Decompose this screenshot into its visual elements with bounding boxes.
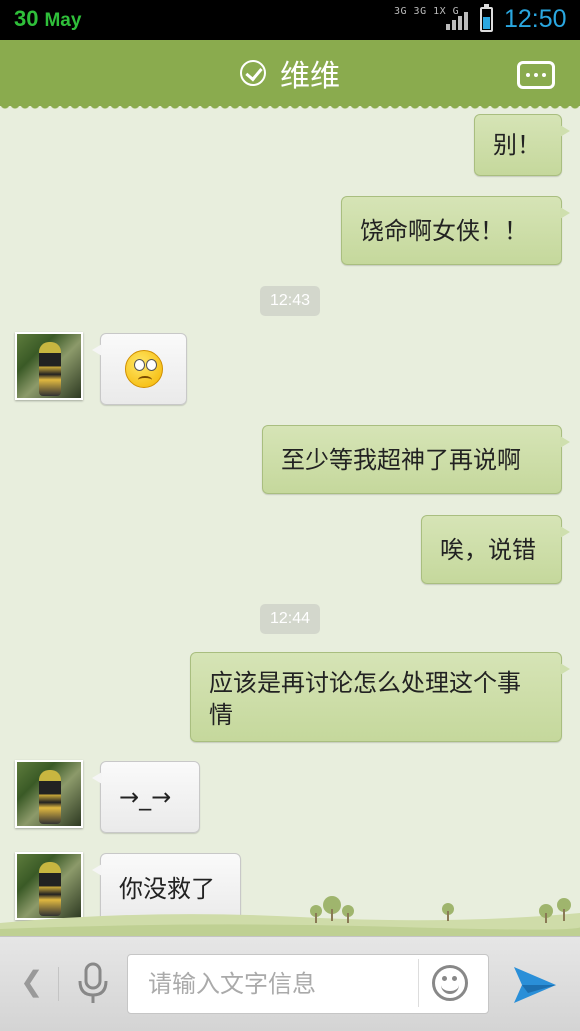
status-time: 12:50 [504, 5, 567, 33]
microphone-icon[interactable] [72, 961, 114, 1007]
more-options-button[interactable] [517, 61, 555, 89]
send-icon[interactable] [512, 963, 558, 1007]
battery-icon [480, 4, 493, 32]
input-bar: ❮ [0, 936, 580, 1031]
message-text: 至少等我超神了再说啊 [281, 445, 521, 474]
contact-avatar[interactable] [15, 332, 83, 400]
input-divider [418, 959, 419, 1007]
outgoing-message[interactable]: 饶命啊女侠！！ [341, 196, 570, 265]
timestamp: 12:44 [260, 604, 320, 634]
check-circle-icon [240, 60, 266, 86]
message-text: →_→ [119, 783, 172, 811]
status-date-day: 30 [14, 6, 39, 31]
landscape-decoration [0, 896, 580, 940]
back-button[interactable]: ❮ [20, 965, 43, 998]
message-text: 别！ [493, 131, 541, 159]
battery-level [483, 17, 490, 29]
signal-strength-icon [446, 12, 468, 30]
timestamp: 12:43 [260, 286, 320, 316]
outgoing-message[interactable]: 应该是再讨论怎么处理这个事情 [190, 652, 570, 742]
divider [58, 967, 59, 1001]
message-text: 应该是再讨论怎么处理这个事情 [209, 669, 521, 729]
chat-area[interactable]: 别！ 饶命啊女侠！！ 12:43 至少等我超神了再说啊 唉，说错 12:44 应… [0, 106, 580, 936]
incoming-message[interactable]: →_→ [92, 761, 200, 833]
message-text: 饶命啊女侠！！ [360, 216, 528, 245]
confused-face-icon [124, 350, 163, 388]
title-bar: 维维 [0, 40, 580, 112]
message-text: 唉，说错 [440, 535, 536, 564]
outgoing-message[interactable]: 别！ [474, 114, 570, 176]
outgoing-message[interactable]: 唉，说错 [421, 515, 570, 584]
status-bar: 30 May 3G 3G 1X G 12:50 [0, 0, 580, 40]
emoji-button[interactable] [432, 965, 468, 1001]
status-date: 30 May [14, 6, 81, 32]
status-date-month: May [44, 10, 82, 31]
contact-avatar[interactable] [15, 760, 83, 828]
contact-name: 维维 [280, 59, 340, 94]
outgoing-message[interactable]: 至少等我超神了再说啊 [262, 425, 570, 494]
incoming-message[interactable] [92, 333, 187, 405]
